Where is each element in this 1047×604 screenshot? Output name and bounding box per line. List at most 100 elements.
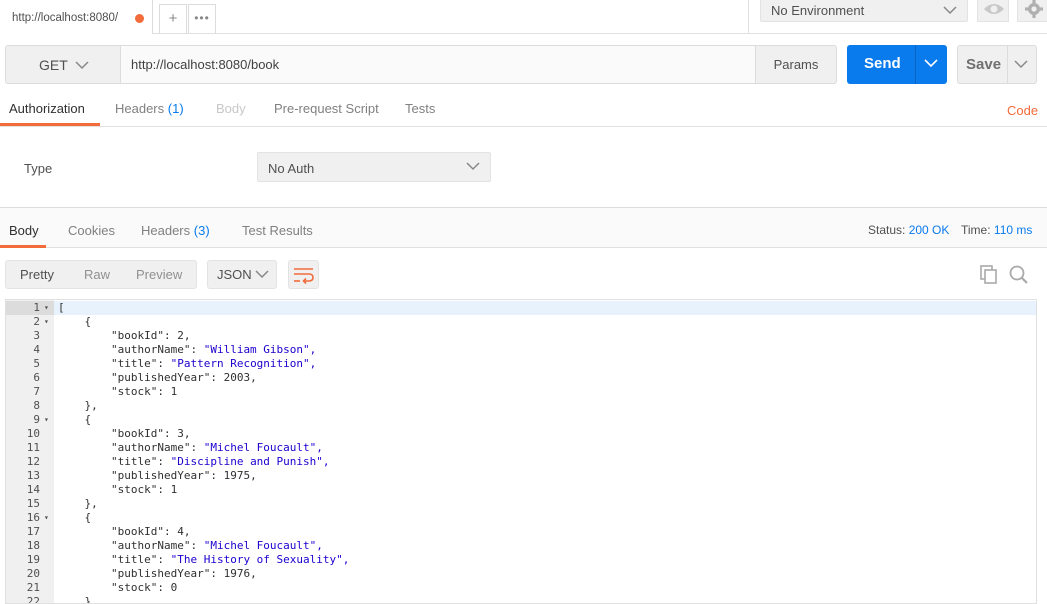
response-tab-test-results[interactable]: Test Results <box>242 223 313 238</box>
copy-icon[interactable] <box>978 264 1000 286</box>
line-number: 19 <box>26 553 40 566</box>
line-number: 7 <box>33 385 40 398</box>
status-value: 200 OK <box>908 223 950 237</box>
environment-select[interactable]: No Environment <box>760 0 968 22</box>
wrap-lines-button[interactable] <box>288 260 319 289</box>
environment-quick-look-button[interactable] <box>977 0 1009 22</box>
auth-type-label: Type <box>24 161 53 176</box>
json-value: 3, <box>177 427 191 440</box>
settings-button[interactable] <box>1017 0 1047 22</box>
code-text: { <box>58 413 92 426</box>
format-label: JSON <box>217 267 252 282</box>
code-line: 3 "bookId": 2, <box>6 329 1036 343</box>
wrap-lines-icon <box>294 268 314 285</box>
view-pretty-button[interactable]: Pretty <box>20 267 54 282</box>
save-label: Save <box>966 56 1002 73</box>
line-number: 13 <box>26 469 40 482</box>
send-split-divider <box>915 45 916 84</box>
line-number: 18 <box>26 539 40 552</box>
code-line: 17 "bookId": 4, <box>6 525 1036 539</box>
tab-headers[interactable]: Headers (1) <box>115 101 184 116</box>
response-tab-cookies[interactable]: Cookies <box>68 223 115 238</box>
tab-body[interactable]: Body <box>216 101 246 116</box>
params-button[interactable]: Params <box>755 45 837 84</box>
json-value: 0 <box>170 581 178 594</box>
fold-toggle-icon[interactable]: ▾ <box>44 315 49 329</box>
code-text: "title": "Discipline and Punish", <box>58 455 330 468</box>
line-number: 3 <box>33 329 40 342</box>
line-number: 8 <box>33 399 40 412</box>
unsaved-indicator-icon <box>135 14 144 23</box>
send-label: Send <box>864 55 901 72</box>
method-select[interactable]: GET <box>5 45 121 84</box>
code-line: 19 "title": "The History of Sexuality", <box>6 553 1036 567</box>
auth-type-select[interactable]: No Auth <box>257 152 491 182</box>
code-text: "bookId": 4, <box>58 525 191 538</box>
code-text: "publishedYear": 2003, <box>58 371 257 384</box>
code-link[interactable]: Code <box>1007 103 1038 118</box>
chevron-down-icon[interactable] <box>924 58 938 70</box>
json-value: 1975, <box>223 469 257 482</box>
code-text: "bookId": 2, <box>58 329 191 342</box>
url-input[interactable]: http://localhost:8080/book <box>120 45 756 84</box>
code-line: 15 }, <box>6 497 1036 511</box>
response-tab-body[interactable]: Body <box>9 223 39 238</box>
time-value: 110 ms <box>993 223 1033 237</box>
code-text: "publishedYear": 1976, <box>58 567 257 580</box>
send-button[interactable]: Send <box>847 45 947 84</box>
request-tab[interactable]: http://localhost:8080/ <box>0 0 153 34</box>
chevron-down-icon <box>75 61 89 70</box>
tab-tests[interactable]: Tests <box>405 101 435 116</box>
chevron-down-icon[interactable] <box>1014 59 1028 71</box>
view-preview-button[interactable]: Preview <box>136 267 182 282</box>
time-meta: Time: 110 ms <box>961 223 1032 237</box>
code-line: 14 "stock": 1 <box>6 483 1036 497</box>
save-button[interactable]: Save <box>957 45 1037 84</box>
format-select[interactable]: JSON <box>207 260 277 289</box>
more-tabs-button[interactable]: ••• <box>188 4 216 33</box>
code-text: "stock": 0 <box>58 581 178 594</box>
response-tab-headers[interactable]: Headers (3) <box>141 223 210 238</box>
code-text: "authorName": "Michel Foucault", <box>58 441 323 454</box>
json-value: 4, <box>177 525 191 538</box>
json-value: "Pattern Recognition", <box>170 357 317 370</box>
auth-type-value: No Auth <box>268 161 315 176</box>
json-value: "Michel Foucault", <box>203 441 323 454</box>
fold-toggle-icon[interactable]: ▾ <box>44 511 49 525</box>
gear-icon <box>1025 0 1043 18</box>
search-icon[interactable] <box>1008 264 1030 286</box>
code-line: 4 "authorName": "William Gibson", <box>6 343 1036 357</box>
fold-toggle-icon[interactable]: ▾ <box>44 413 49 427</box>
code-text: "authorName": "Michel Foucault", <box>58 539 323 552</box>
code-line: 13 "publishedYear": 1975, <box>6 469 1036 483</box>
response-body-editor[interactable]: 1 ▾[2 ▾ {3 "bookId": 2, 4 "authorName": "Wi… <box>5 299 1037 604</box>
new-tab-button[interactable]: + <box>159 4 187 33</box>
code-text: }, <box>58 595 98 604</box>
code-line: 6 "publishedYear": 2003, <box>6 371 1036 385</box>
fold-toggle-icon[interactable]: ▾ <box>44 301 49 315</box>
code-text: [ <box>58 301 65 314</box>
tab-headers-label: Headers <box>115 101 165 116</box>
code-line: 22 }, <box>6 595 1036 604</box>
line-number: 20 <box>26 567 40 580</box>
environment-select-label: No Environment <box>771 3 865 18</box>
chevron-down-icon <box>466 162 480 171</box>
tab-authorization[interactable]: Authorization <box>9 101 85 116</box>
json-value: 1 <box>170 385 178 398</box>
json-value: "Michel Foucault", <box>203 539 323 552</box>
view-raw-button[interactable]: Raw <box>84 267 110 282</box>
code-line: 8 }, <box>6 399 1036 413</box>
code-line: 1 ▾[ <box>6 301 1036 315</box>
status-label: Status: <box>868 223 906 237</box>
tab-prerequest-script[interactable]: Pre-request Script <box>274 101 379 116</box>
json-value: 1 <box>170 483 178 496</box>
eye-icon <box>984 4 1004 14</box>
code-text: "title": "The History of Sexuality", <box>58 553 350 566</box>
line-number: 11 <box>26 441 40 454</box>
code-line: 7 "stock": 1 <box>6 385 1036 399</box>
code-text: { <box>58 511 92 524</box>
line-number: 5 <box>33 357 40 370</box>
code-line: 9 ▾ { <box>6 413 1036 427</box>
code-text: }, <box>58 399 98 412</box>
response-tab-headers-count: (3) <box>193 223 210 238</box>
